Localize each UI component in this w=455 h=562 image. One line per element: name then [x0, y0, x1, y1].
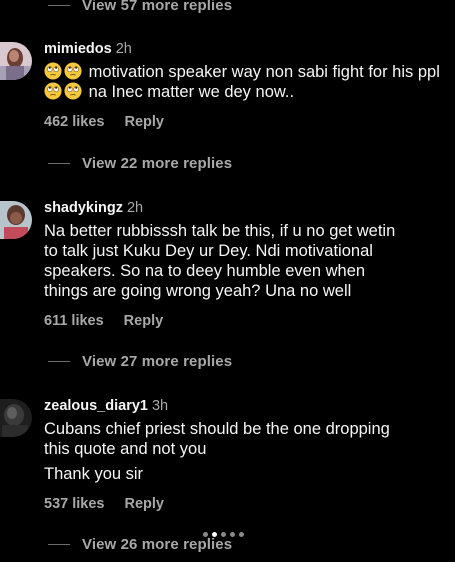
timestamp: 3h — [151, 398, 169, 414]
divider-line — [48, 361, 70, 362]
face-with-rolling-eyes-icon — [64, 82, 82, 100]
comment-header: zealous_diary1 3h — [44, 397, 444, 415]
comment-text: Na better rubbisssh talk be this, if u n… — [44, 221, 444, 301]
comment-text-part: motivation speaker way non sabi fight fo… — [88, 63, 440, 81]
comment-content: zealous_diary1 3h Cubans chief priest sho… — [44, 397, 444, 512]
comment-text-line: speakers. So na to deey humble even when — [44, 262, 366, 280]
likes-count[interactable]: 537 likes — [44, 496, 104, 512]
avatar-image — [0, 42, 32, 80]
view-more-replies-button[interactable]: View 27 more replies — [48, 353, 232, 370]
pager-dot — [239, 532, 244, 537]
timestamp: 2h — [115, 41, 132, 57]
face-with-rolling-eyes-icon — [44, 82, 62, 100]
divider-line — [48, 544, 70, 545]
view-more-replies-button[interactable]: View 26 more replies — [48, 536, 232, 553]
reply-button[interactable]: Reply — [124, 114, 164, 130]
username[interactable]: mimiedos — [44, 41, 112, 57]
divider-line — [48, 163, 70, 164]
comment-meta: 462 likes Reply — [44, 114, 444, 130]
comment-text-line: Cubans chief priest should be the one dr… — [44, 420, 390, 438]
comment-meta: 537 likes Reply — [44, 496, 444, 512]
username[interactable]: zealous_diary1 — [44, 398, 148, 414]
comment-text: motivation speaker way non sabi fight fo… — [44, 62, 444, 102]
comment-text-line: this quote and not you — [44, 440, 207, 458]
view-more-replies-label: View 57 more replies — [82, 0, 233, 14]
avatar-image — [0, 201, 32, 239]
comment-content: shadykingz 2h Na better rubbisssh talk be… — [44, 199, 444, 329]
likes-count[interactable]: 462 likes — [44, 114, 104, 130]
avatar-image — [0, 399, 32, 437]
comment-header: mimiedos 2h — [44, 40, 444, 58]
comment-text-line: Thank you sir — [44, 465, 144, 483]
view-more-replies-label: View 26 more replies — [82, 536, 233, 553]
comment-text: Cubans chief priest should be the one dr… — [44, 419, 444, 484]
avatar[interactable] — [0, 42, 32, 80]
reply-button[interactable]: Reply — [124, 313, 164, 329]
avatar[interactable] — [0, 201, 32, 239]
avatar[interactable] — [0, 399, 32, 437]
comment-meta: 611 likes Reply — [44, 313, 444, 329]
likes-count[interactable]: 611 likes — [44, 313, 104, 329]
face-with-rolling-eyes-icon — [64, 62, 82, 80]
comment-header: shadykingz 2h — [44, 199, 444, 217]
view-more-replies-button[interactable]: View 57 more replies — [48, 0, 232, 14]
comment-text-line: things are going wrong yeah? Una no well — [44, 282, 352, 300]
view-more-replies-label: View 22 more replies — [82, 155, 233, 172]
comment-text-line: to talk just Kuku Dey ur Dey. Ndi motiva… — [44, 242, 373, 260]
comment-text-line: Na better rubbisssh talk be this, if u n… — [44, 222, 396, 240]
comment-text-part: na Inec matter we dey now.. — [88, 83, 295, 101]
divider-line — [48, 5, 70, 6]
face-with-rolling-eyes-icon — [44, 62, 62, 80]
reply-button[interactable]: Reply — [124, 496, 164, 512]
timestamp: 2h — [126, 200, 144, 216]
view-more-replies-button[interactable]: View 22 more replies — [48, 155, 232, 172]
comment-content: mimiedos 2h motivation speaker way non s… — [44, 40, 444, 130]
username[interactable]: shadykingz — [44, 200, 123, 216]
view-more-replies-label: View 27 more replies — [82, 353, 233, 370]
